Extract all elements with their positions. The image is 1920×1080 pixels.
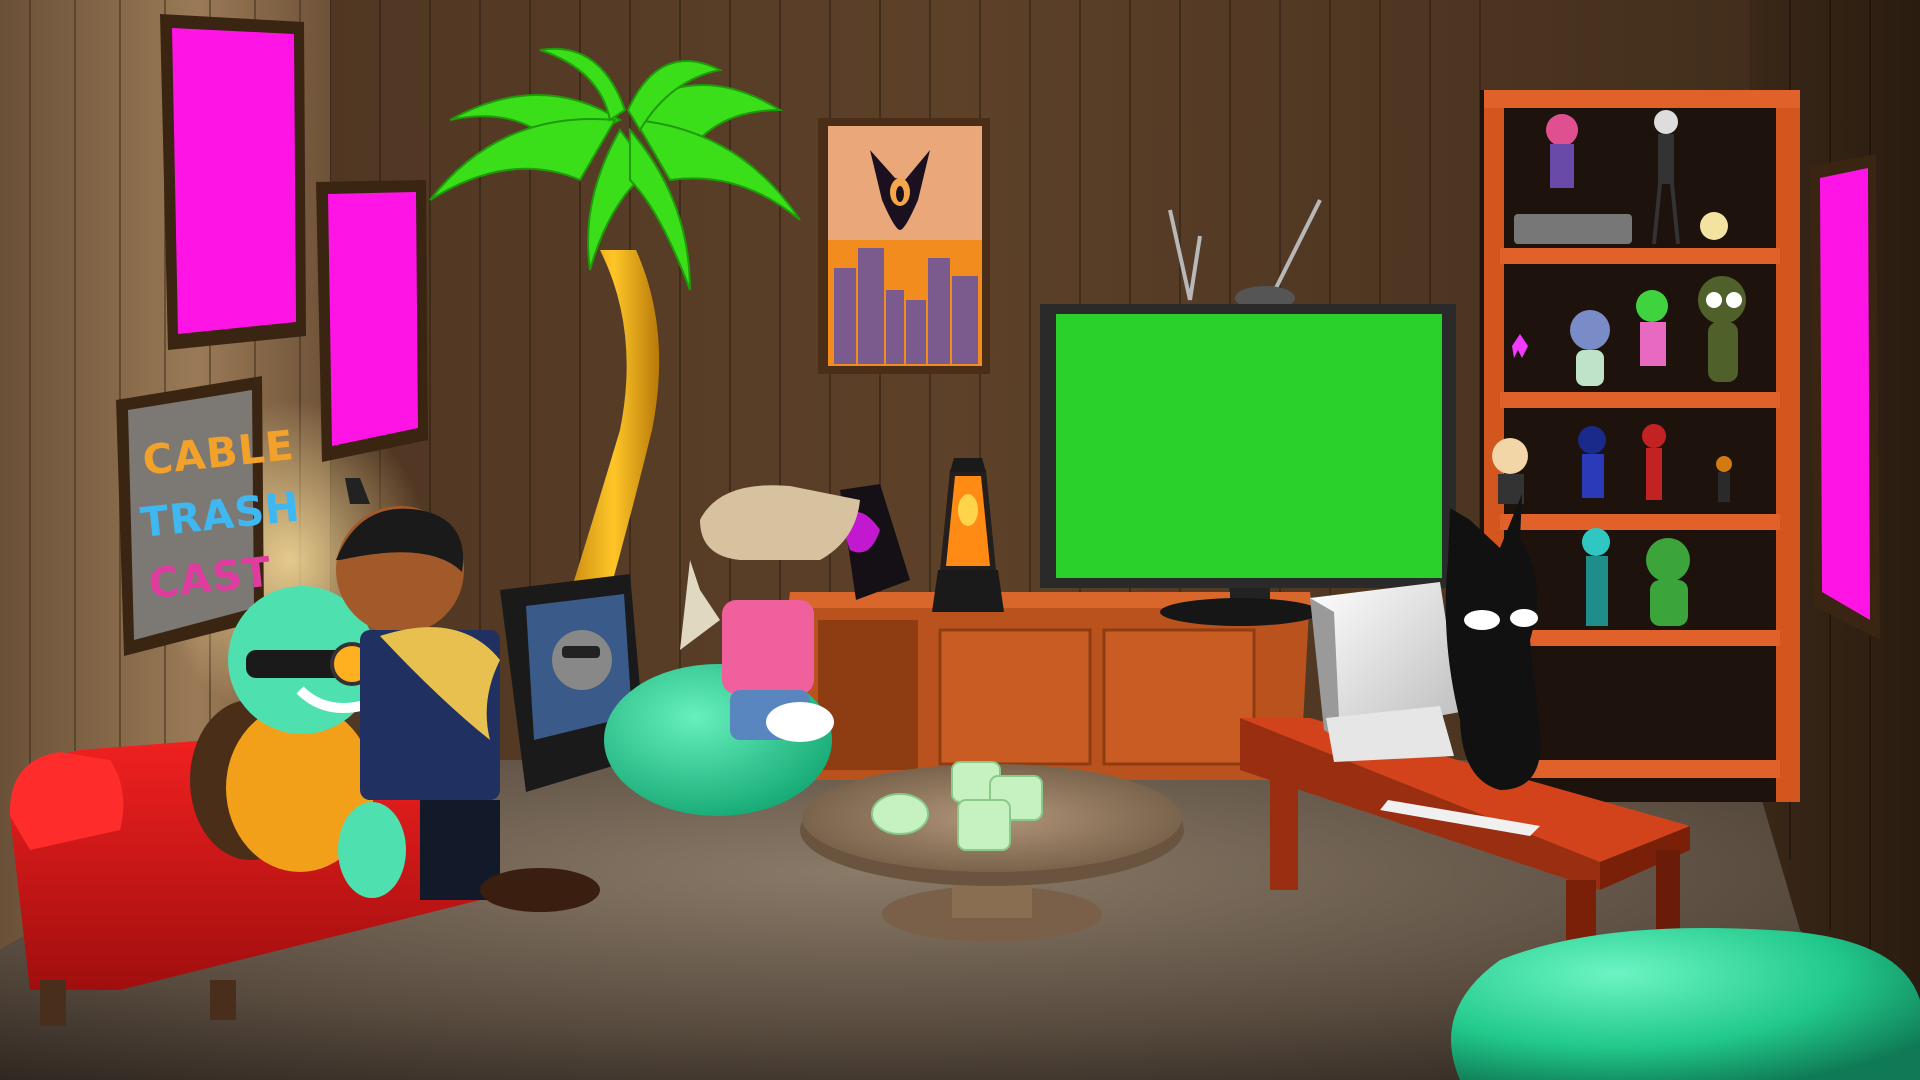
scene-illustration: CABLE TRASH CAST (0, 0, 1920, 1080)
magenta-frame-3 (1810, 154, 1880, 640)
city-poster (818, 118, 990, 374)
computer-icon (1310, 582, 1460, 762)
magenta-frame-2 (316, 180, 428, 462)
tv-screen (1056, 314, 1442, 578)
magenta-frame-1 (160, 14, 306, 350)
living-room-scene: CABLE TRASH CAST (0, 0, 1920, 1080)
